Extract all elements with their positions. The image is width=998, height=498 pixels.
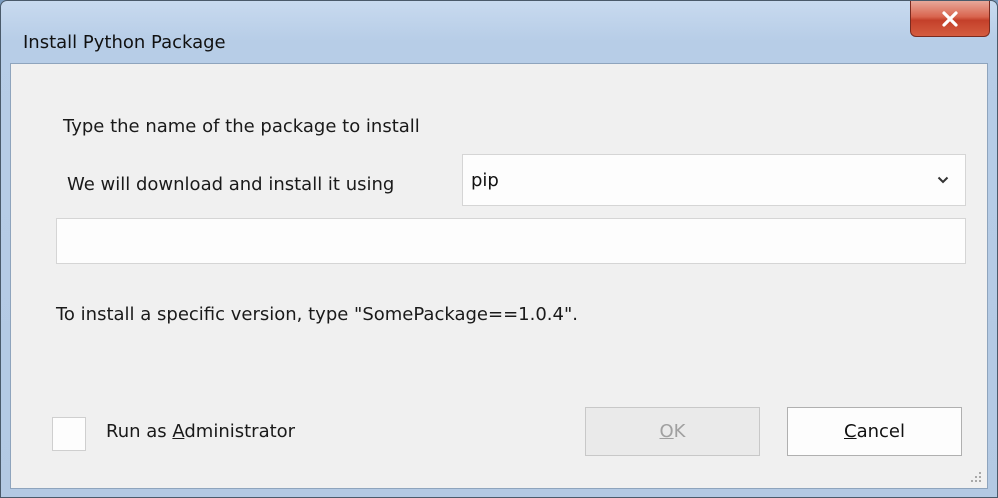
installer-select-value: pip bbox=[471, 170, 499, 191]
dialog-content: Type the name of the package to install … bbox=[10, 63, 988, 489]
install-package-dialog: Install Python Package Type the name of … bbox=[0, 0, 998, 498]
package-name-input[interactable] bbox=[56, 218, 966, 264]
close-button[interactable] bbox=[910, 1, 990, 37]
run-as-admin-label[interactable]: Run as Administrator bbox=[106, 421, 295, 442]
ok-button[interactable]: OK bbox=[585, 407, 760, 456]
cancel-button[interactable]: Cancel bbox=[787, 407, 962, 456]
cancel-label-rest: ancel bbox=[856, 421, 905, 442]
run-as-admin-checkbox[interactable] bbox=[52, 417, 86, 451]
ok-label-rest: K bbox=[673, 421, 686, 442]
ok-accel: O bbox=[659, 421, 674, 442]
chevron-down-icon bbox=[937, 176, 949, 184]
cancel-accel: C bbox=[844, 421, 857, 442]
installer-label: We will download and install it using bbox=[67, 174, 395, 195]
run-as-admin-label-post: dministrator bbox=[184, 421, 296, 442]
close-icon bbox=[942, 10, 958, 27]
version-hint: To install a specific version, type "Som… bbox=[56, 304, 578, 325]
installer-select[interactable]: pip bbox=[462, 154, 966, 206]
instruction-label: Type the name of the package to install bbox=[63, 116, 420, 137]
window-title: Install Python Package bbox=[23, 32, 226, 53]
run-as-admin-accel: A bbox=[172, 421, 185, 442]
title-bar[interactable]: Install Python Package bbox=[1, 1, 997, 63]
run-as-admin-label-pre: Run as bbox=[106, 421, 173, 442]
resize-grip-icon[interactable] bbox=[967, 468, 983, 484]
